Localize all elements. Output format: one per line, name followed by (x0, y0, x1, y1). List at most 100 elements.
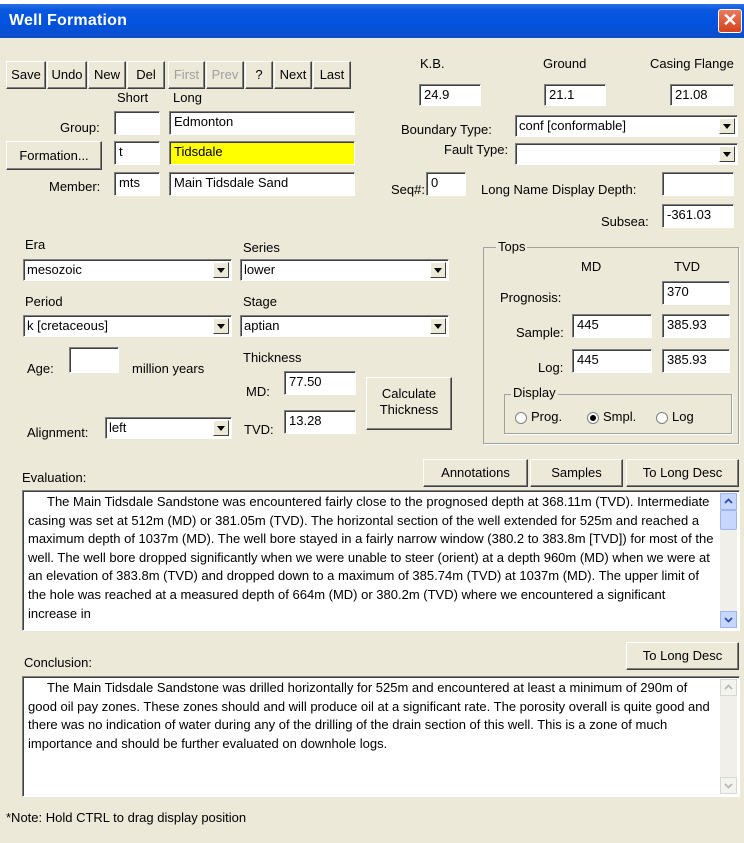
conclusion-text: The Main Tidsdale Sandstone was drilled … (28, 680, 710, 751)
first-button[interactable]: First (168, 61, 205, 89)
well-formation-window: Well Formation ✕ Save Undo New Del First… (0, 4, 744, 843)
display-radio-0[interactable] (515, 412, 527, 424)
help-button[interactable]: ? (245, 61, 273, 89)
member-short-field[interactable]: mts (114, 172, 160, 196)
display-radio-2[interactable] (656, 412, 668, 424)
long-header: Long (173, 90, 202, 105)
age-unit: million years (132, 361, 205, 376)
stage-select[interactable]: aptian (240, 315, 449, 337)
display-option-label: Smpl. (603, 409, 637, 424)
casing-flange-label: Casing Flange (650, 56, 734, 71)
group-long-field[interactable]: Edmonton (169, 111, 355, 135)
formation-short-field[interactable]: t (114, 141, 160, 165)
era-label: Era (25, 237, 46, 252)
calculate-thickness-button[interactable]: Calculate Thickness (366, 377, 452, 430)
thickness-md-label: MD: (246, 384, 270, 399)
group-short-field[interactable] (114, 111, 160, 135)
chevron-down-icon[interactable] (430, 318, 446, 334)
period-select[interactable]: k [cretaceous] (23, 315, 232, 337)
annotations-button[interactable]: Annotations (423, 459, 528, 487)
display-option-label: Prog. (531, 409, 563, 424)
member-label: Member: (49, 179, 101, 194)
log-tvd-field[interactable]: 385.93 (662, 349, 730, 373)
close-icon: ✕ (722, 10, 738, 30)
age-label: Age: (27, 361, 54, 376)
conclusion-textarea[interactable]: The Main Tidsdale Sandstone was drilled … (22, 676, 740, 797)
series-value: lower (244, 262, 276, 277)
prognosis-label: Prognosis: (500, 290, 562, 305)
stage-label: Stage (243, 294, 277, 309)
boundary-type-select[interactable]: conf [conformable] (515, 115, 738, 137)
thickness-md-field[interactable]: 77.50 (284, 371, 356, 395)
seq-label: Seq#: (391, 182, 425, 197)
chevron-down-icon[interactable] (213, 262, 229, 278)
last-button[interactable]: Last (313, 61, 351, 89)
evaluation-textarea[interactable]: The Main Tidsdale Sandstone was encounte… (22, 490, 740, 631)
calculate-thickness-line2: Thickness (379, 402, 439, 417)
chevron-down-icon (724, 783, 733, 789)
member-long-field[interactable]: Main Tidsdale Sand (169, 172, 355, 196)
sample-md-field[interactable]: 445 (572, 314, 652, 338)
era-select[interactable]: mesozoic (23, 259, 232, 281)
era-value: mesozoic (27, 262, 82, 277)
samples-button[interactable]: Samples (530, 459, 623, 487)
fault-type-label: Fault Type: (444, 142, 509, 157)
calculate-thickness-line1: Calculate (381, 386, 437, 401)
casing-flange-field[interactable]: 21.08 (670, 84, 734, 106)
chevron-down-icon[interactable] (213, 318, 229, 334)
evaluation-to-long-desc-button[interactable]: To Long Desc (626, 459, 739, 487)
formation-button[interactable]: Formation... (6, 141, 102, 170)
age-field[interactable] (69, 347, 119, 373)
thickness-tvd-field[interactable]: 13.28 (284, 410, 356, 434)
alignment-value: left (109, 420, 127, 435)
save-button[interactable]: Save (6, 61, 46, 89)
tops-title: Tops (496, 239, 528, 254)
undo-button[interactable]: Undo (47, 61, 87, 89)
sample-label: Sample: (516, 325, 564, 340)
chevron-down-icon[interactable] (719, 146, 735, 162)
scroll-up-arrow[interactable] (720, 493, 737, 510)
sample-tvd-field[interactable]: 385.93 (662, 314, 730, 338)
formation-long-field[interactable]: Tidsdale (169, 141, 355, 165)
new-button[interactable]: New (88, 61, 126, 89)
kb-label: K.B. (420, 56, 445, 71)
note-text: *Note: Hold CTRL to drag display positio… (6, 810, 247, 825)
chevron-down-icon[interactable] (430, 262, 446, 278)
series-select[interactable]: lower (240, 259, 449, 281)
chevron-down-icon[interactable] (213, 420, 229, 436)
long-name-display-depth-field[interactable] (662, 172, 734, 196)
alignment-select[interactable]: left (105, 417, 232, 439)
conclusion-to-long-desc-button[interactable]: To Long Desc (626, 642, 739, 670)
display-radio-1[interactable] (587, 412, 599, 424)
evaluation-text: The Main Tidsdale Sandstone was encounte… (28, 494, 714, 621)
conclusion-label: Conclusion: (24, 655, 92, 670)
close-button[interactable]: ✕ (718, 9, 742, 33)
group-label: Group: (60, 120, 100, 135)
scroll-down-arrow[interactable] (720, 611, 737, 628)
log-label: Log: (538, 360, 564, 375)
title-bar[interactable]: Well Formation ✕ (0, 4, 744, 38)
prev-button[interactable]: Prev (206, 61, 244, 89)
chevron-down-icon[interactable] (719, 118, 735, 134)
conclusion-scrollbar[interactable] (720, 679, 737, 794)
evaluation-scrollbar[interactable] (720, 493, 737, 628)
log-md-field[interactable]: 445 (572, 349, 652, 373)
period-label: Period (25, 294, 63, 309)
prognosis-tvd-field[interactable]: 370 (662, 281, 730, 305)
tops-tvd-header: TVD (674, 259, 700, 274)
scroll-thumb[interactable] (720, 510, 737, 530)
period-value: k [cretaceous] (27, 318, 108, 333)
delete-button[interactable]: Del (127, 61, 165, 89)
fault-type-select[interactable] (515, 143, 738, 165)
scroll-up-arrow[interactable] (720, 679, 737, 696)
short-header: Short (117, 90, 149, 105)
seq-field[interactable]: 0 (426, 172, 466, 196)
subsea-field[interactable]: -361.03 (662, 204, 734, 228)
kb-field[interactable]: 24.9 (419, 84, 481, 106)
next-button[interactable]: Next (274, 61, 312, 89)
stage-value: aptian (244, 318, 280, 333)
ground-field[interactable]: 21.1 (544, 84, 606, 106)
long-name-display-depth-label: Long Name Display Depth: (481, 182, 637, 197)
window-title: Well Formation (9, 12, 128, 29)
scroll-down-arrow[interactable] (720, 777, 737, 794)
